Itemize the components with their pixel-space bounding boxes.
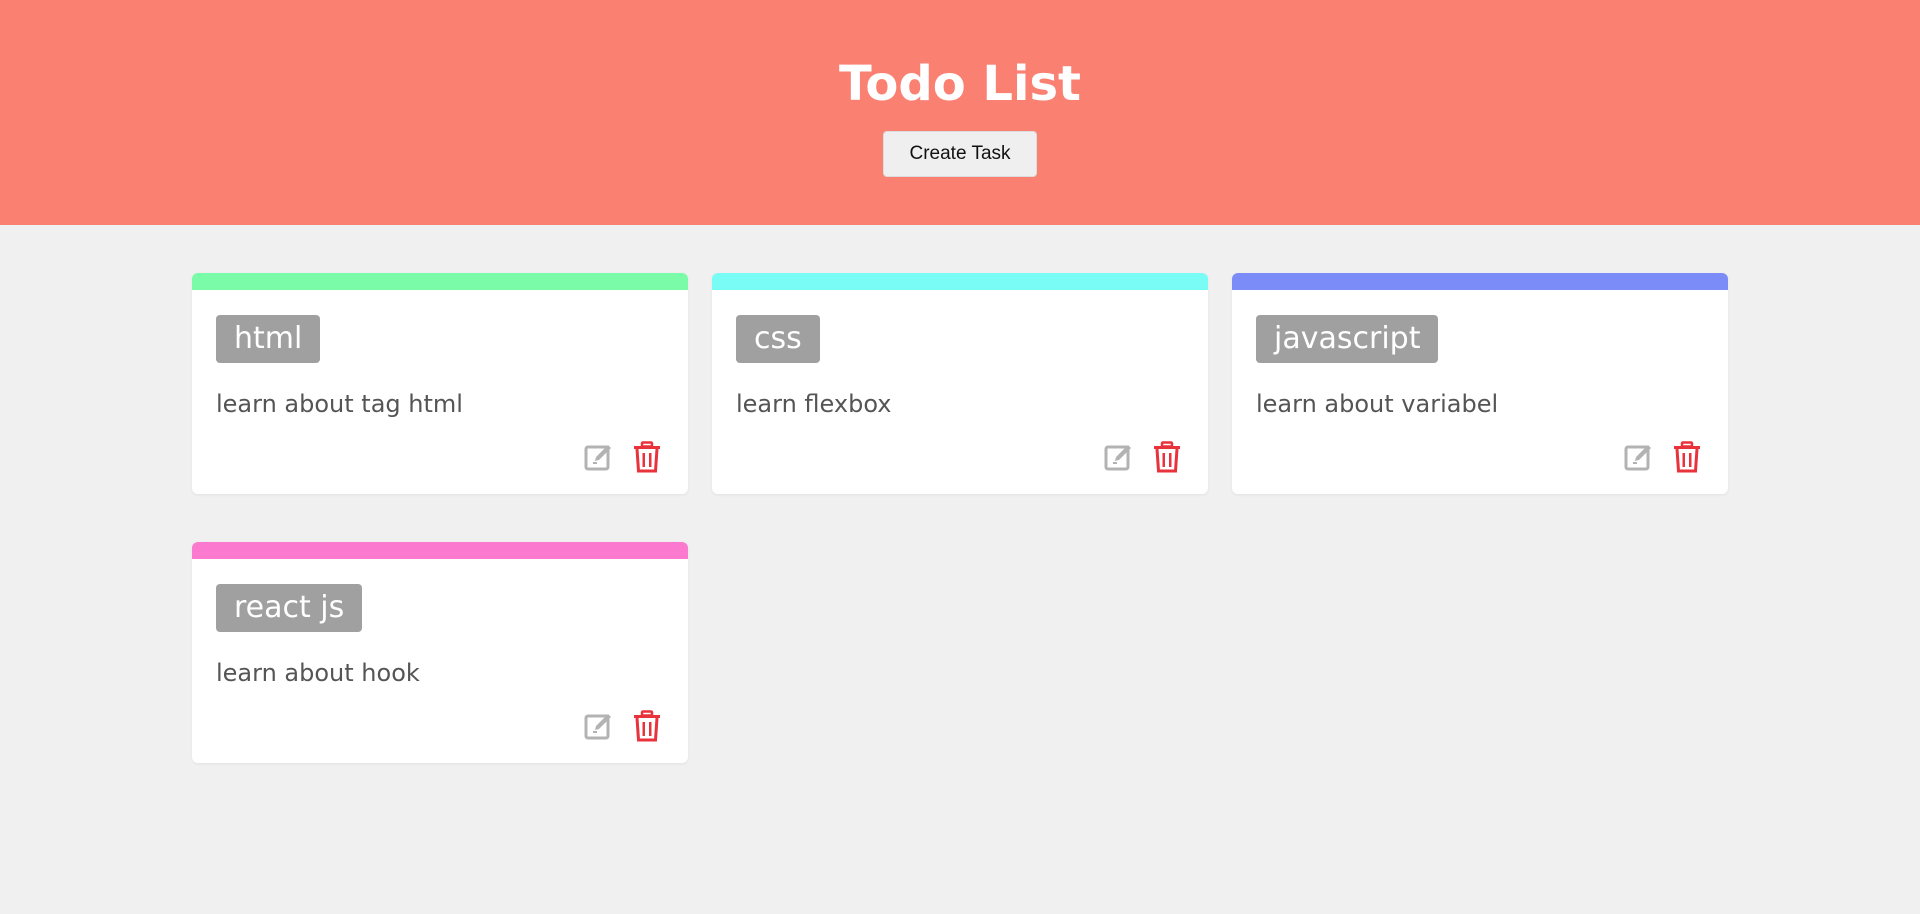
task-tag: html: [216, 315, 321, 363]
trash-icon[interactable]: [1152, 441, 1182, 473]
task-actions: [584, 441, 662, 473]
task-description: learn about variabel: [1256, 390, 1499, 418]
page-title: Todo List: [839, 56, 1081, 112]
task-description: learn flexbox: [736, 390, 892, 418]
trash-icon[interactable]: [1672, 441, 1702, 473]
edit-icon[interactable]: [584, 441, 614, 473]
task-tag: react js: [216, 584, 363, 632]
task-actions: [1104, 441, 1182, 473]
task-description: learn about tag html: [216, 390, 463, 418]
task-tag: javascript: [1256, 315, 1439, 363]
task-tag: css: [736, 315, 820, 363]
trash-icon[interactable]: [632, 710, 662, 742]
task-card: javascript learn about variabel: [1232, 273, 1728, 494]
task-card: html learn about tag html: [192, 273, 688, 494]
header: Todo List Create Task: [0, 0, 1920, 225]
card-color-bar: [1232, 273, 1728, 290]
trash-icon[interactable]: [632, 441, 662, 473]
task-card: react js learn about hook: [192, 542, 688, 763]
task-actions: [584, 710, 662, 742]
create-task-button[interactable]: Create Task: [883, 131, 1037, 177]
card-color-bar: [192, 273, 688, 290]
edit-icon[interactable]: [1104, 441, 1134, 473]
edit-icon[interactable]: [584, 710, 614, 742]
edit-icon[interactable]: [1624, 441, 1654, 473]
task-actions: [1624, 441, 1702, 473]
card-color-bar: [712, 273, 1208, 290]
task-description: learn about hook: [216, 659, 420, 687]
card-color-bar: [192, 542, 688, 559]
task-card: css learn flexbox: [712, 273, 1208, 494]
task-board: html learn about tag html css learn flex…: [0, 225, 1920, 914]
